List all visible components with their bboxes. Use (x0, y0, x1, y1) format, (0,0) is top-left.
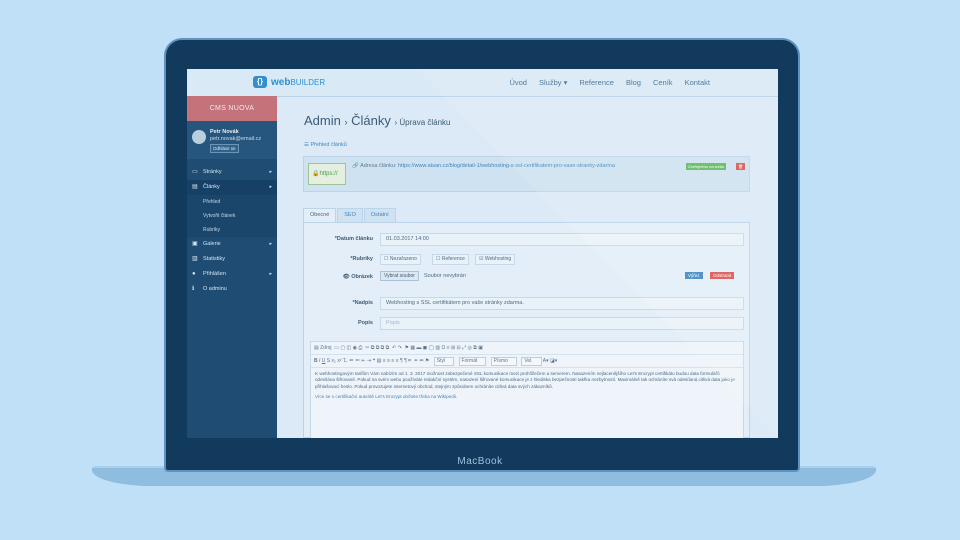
sidebar-sub-rubriky[interactable]: Rubriky (187, 223, 277, 237)
file-status: Soubor nevybrán (424, 273, 466, 279)
tab-seo[interactable]: SEO (337, 208, 363, 223)
article-icon: ▤ (192, 184, 198, 190)
sidebar: CMS NUOVA Petr Novák petr.novak@email.cz… (187, 96, 277, 438)
date-field[interactable]: 01.03.2017 14:00 (380, 233, 744, 246)
published-button[interactable]: Zveřejněno na webu (686, 163, 727, 170)
sidebar-item-statistiky[interactable]: ▥ Statistiky (187, 252, 277, 267)
rubriky-label: *Rubriky (350, 256, 373, 262)
screen: {} webBUILDER Úvod Služby ▾ Reference Bl… (187, 69, 778, 438)
image-row: 👁 Obrázek Vybrat soubor Soubor nevybrán … (304, 271, 751, 285)
checkbox-reference[interactable]: ☐ Reference (432, 254, 469, 265)
tab-ostatni[interactable]: Ostatní (363, 208, 396, 223)
user-icon: ● (192, 271, 196, 277)
editor-link-paragraph[interactable]: Více se o certifikační autoritě Let's En… (315, 394, 457, 399)
trash-icon[interactable]: 🗑 (736, 163, 746, 170)
main-content: Admin › Články › Úprava článku ☰ Přehled… (277, 96, 778, 438)
checkbox-nezarazeno[interactable]: ☐ Nezařazeno (380, 254, 421, 265)
page-icon: ▭ (192, 169, 198, 175)
image-icon: ▣ (192, 241, 198, 247)
remove-image-button[interactable]: Odstranit (710, 272, 735, 279)
user-email: petr.novak@email.cz (210, 136, 262, 142)
desc-row: Popis Popis (304, 317, 751, 331)
editor-content[interactable]: K webhostingovým tarifům Vám nabízím od … (311, 368, 743, 403)
sidebar-sub-prehled[interactable]: Přehled (187, 195, 277, 209)
nav-link-reference[interactable]: Reference (579, 78, 614, 87)
editor-toolbar-1: ▤ Zdroj ▭ ▢ ◫ ◉ ⎙ ✂ ⧉ ⧉ ⧉ ⧉ ↶ ↷ ⚑ ▦ ▬ ◼ … (311, 342, 743, 355)
article-url-link[interactable]: https://www.atsan.cz/blog/detail-1/webho… (398, 163, 615, 169)
eye-icon: 👁 (342, 274, 352, 280)
nav-links: Úvod Služby ▾ Reference Blog Ceník Konta… (509, 78, 710, 87)
logout-button[interactable]: Odhlásit se (210, 144, 239, 153)
user-name: Petr Novák (210, 129, 239, 135)
nav-link-blog[interactable]: Blog (626, 78, 641, 87)
top-navbar: {} webBUILDER Úvod Služby ▾ Reference Bl… (187, 69, 778, 97)
article-address: 🔗 Adresa článku: https://www.atsan.cz/bl… (352, 163, 616, 169)
date-row: *Datum článku 01.03.2017 14:00 (304, 233, 751, 247)
desc-label: Popis (358, 320, 373, 326)
nav-link-cenik[interactable]: Ceník (653, 78, 673, 87)
form-panel: *Datum článku 01.03.2017 14:00 *Rubriky … (303, 222, 750, 438)
rubriky-row: *Rubriky ☐ Nezařazeno ☐ Reference ☑ Webh… (304, 253, 751, 267)
page-title: Admin › Články › Úprava článku (304, 113, 451, 128)
styles-select[interactable]: Styl (433, 357, 455, 366)
checkbox-webhosting[interactable]: ☑ Webhosting (475, 254, 516, 265)
headline-row: *Nadpis Webhosting s SSL certifikátem pr… (304, 297, 751, 311)
nav-link-kontakt[interactable]: Kontakt (685, 78, 710, 87)
format-select[interactable]: Formát (458, 357, 487, 366)
crop-button[interactable]: Výřez (685, 272, 703, 279)
overview-link[interactable]: ☰ Přehled článků (304, 142, 347, 148)
chart-icon: ▥ (192, 256, 198, 262)
sidebar-item-prihlasen[interactable]: ● Přihlášen ▸ (187, 267, 277, 282)
date-label: *Datum článku (334, 236, 373, 242)
sidebar-item-stranky[interactable]: ▭ Stránky ▸ (187, 165, 277, 180)
image-label: 👁 Obrázek (342, 274, 373, 280)
info-icon: ℹ (192, 286, 195, 292)
user-panel: Petr Novák petr.novak@email.cz Odhlásit … (187, 121, 277, 159)
sidebar-item-clanky[interactable]: ▤ Články ▸ (187, 180, 277, 195)
bracket-logo-icon[interactable]: {} (253, 76, 267, 88)
rich-text-editor: ▤ Zdroj ▭ ▢ ◫ ◉ ⎙ ✂ ⧉ ⧉ ⧉ ⧉ ↶ ↷ ⚑ ▦ ▬ ◼ … (310, 341, 744, 438)
size-select[interactable]: Vel. (521, 357, 542, 366)
tab-obecne[interactable]: Obecné (303, 208, 337, 223)
link-icon: 🔗 (352, 163, 361, 169)
nav-link-uvod[interactable]: Úvod (509, 78, 527, 87)
sidebar-item-o-adminu[interactable]: ℹO adminu (187, 282, 277, 297)
headline-field[interactable]: Webhosting s SSL certifikátem pro vaše s… (380, 297, 744, 310)
source-button[interactable]: ▤ Zdroj (314, 345, 332, 351)
tab-bar: Obecné SEO Ostatní (303, 208, 397, 223)
desc-field[interactable]: Popis (380, 317, 744, 330)
font-select[interactable]: Písmo (490, 357, 517, 366)
headline-label: *Nadpis (352, 300, 373, 306)
sidebar-item-galerie[interactable]: ▣ Galerie ▸ (187, 237, 277, 252)
https-badge: 🔒https:// (308, 163, 346, 185)
avatar (192, 130, 206, 144)
choose-file-button[interactable]: Vybrat soubor (380, 271, 419, 281)
device-brand: MacBook (457, 456, 503, 467)
logo-text[interactable]: webBUILDER (271, 77, 325, 88)
cms-header: CMS NUOVA (187, 96, 277, 121)
editor-paragraph-1: K webhostingovým tarifům Vám nabízím od … (315, 371, 735, 389)
editor-toolbar-2: B I U S x₂ x² T̶ ≔ ≕ ⇤ ⇥ ❝ ▤ ≡ ≡ ≡ ≡ ¶ ¶… (311, 355, 743, 368)
nav-link-sluzby[interactable]: Služby ▾ (539, 78, 567, 87)
address-panel: 🔒https:// 🔗 Adresa článku: https://www.a… (303, 156, 750, 192)
sidebar-sub-vytvorit[interactable]: Vytvořit článek (187, 209, 277, 223)
